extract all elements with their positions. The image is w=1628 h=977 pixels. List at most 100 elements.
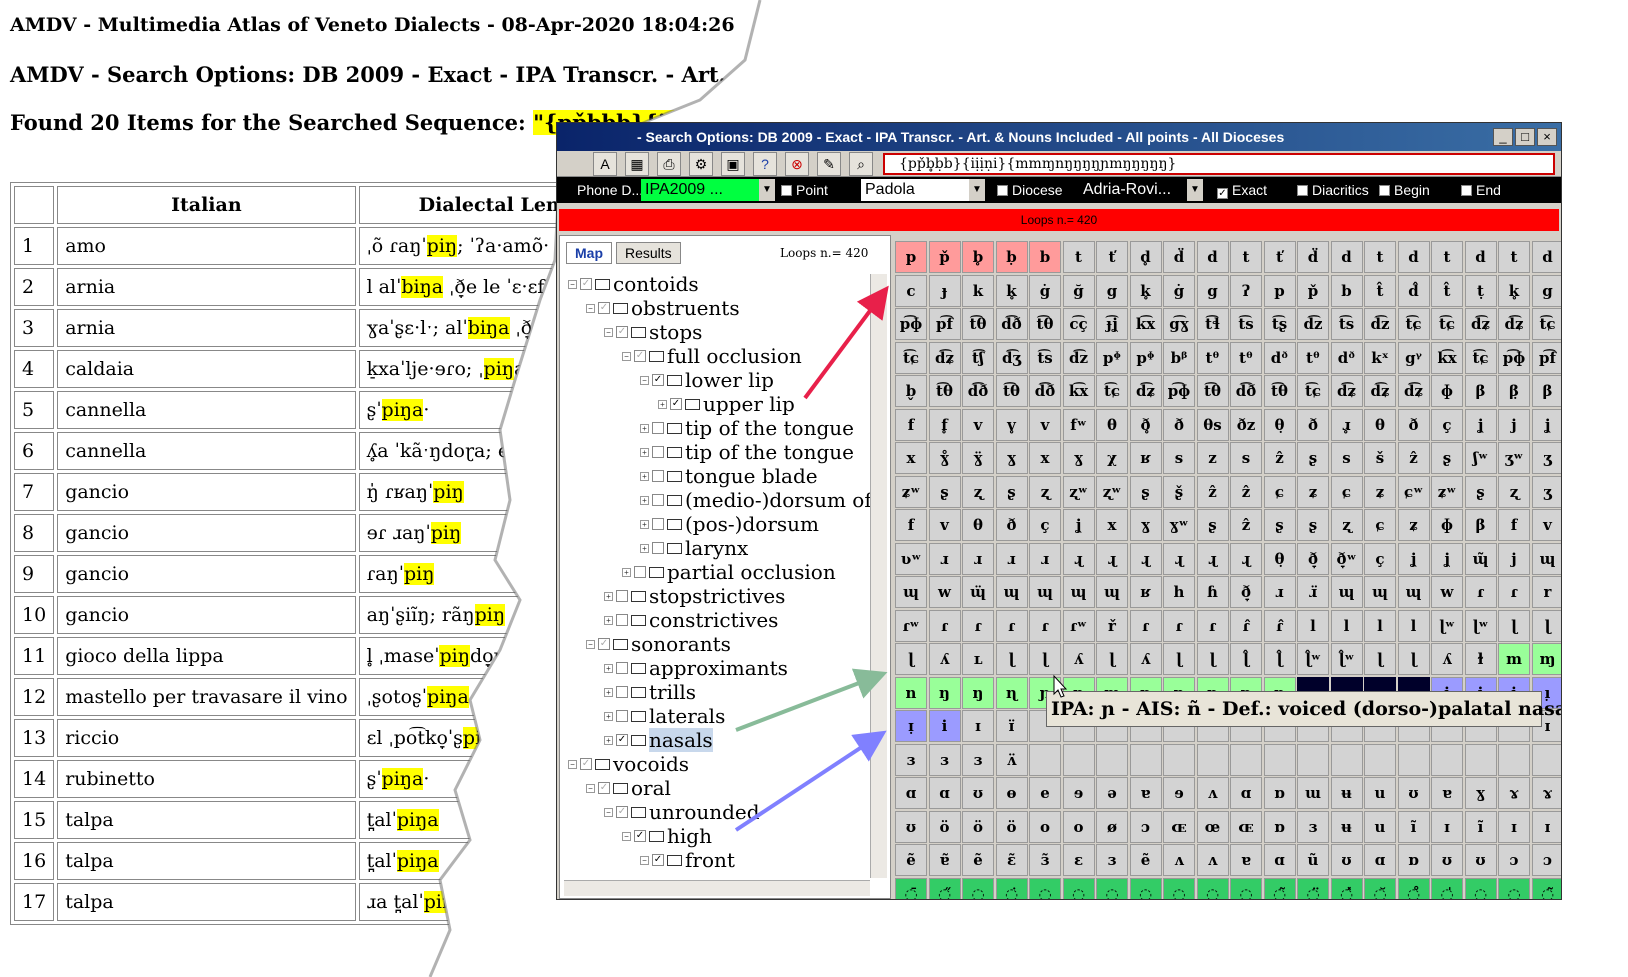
tree-checkbox[interactable]: ✓ <box>616 806 628 818</box>
ipa-symbol-cell[interactable]: ɾʷ <box>1062 609 1095 642</box>
ipa-symbol-cell[interactable]: ɑ <box>895 777 927 809</box>
ipa-symbol-cell[interactable]: θs <box>1196 408 1229 441</box>
point-checkbox-box[interactable] <box>781 185 792 196</box>
ipa-symbol-cell[interactable]: ɪ̈ <box>995 710 1028 742</box>
ipa-symbol-cell[interactable]: f̥ <box>928 408 961 441</box>
tree-vertical-scrollbar[interactable] <box>870 274 887 878</box>
ipa-symbol-cell[interactable]: ɾ <box>1464 576 1497 608</box>
tree-node[interactable]: + trills <box>604 680 696 704</box>
tree-node[interactable]: − ✓ vocoids <box>568 752 689 776</box>
ipa-symbol-cell[interactable]: r <box>1531 576 1561 608</box>
ipa-symbol-cell[interactable]: ɾ <box>1029 609 1061 642</box>
ipa-symbol-cell[interactable]: ɻ <box>1230 542 1262 575</box>
ipa-symbol-cell[interactable]: ʂ <box>1297 509 1329 541</box>
tree-node[interactable]: + tip of the tongue <box>640 440 854 464</box>
ipa-symbol-cell[interactable]: ɘ <box>1062 777 1095 809</box>
ipa-symbol-cell[interactable]: ɭʷ <box>1464 609 1497 642</box>
tree-expander[interactable]: + <box>640 471 649 481</box>
tree-node[interactable]: − ✓ high <box>622 824 712 848</box>
ipa-symbol-cell[interactable]: ɰ <box>1330 576 1363 608</box>
ipa-symbol-cell[interactable]: ɐ <box>1230 844 1262 876</box>
ipa-symbol-cell[interactable] <box>1196 743 1229 776</box>
ipa-symbol-cell[interactable]: ʌ <box>1196 844 1229 876</box>
ipa-symbol-cell[interactable]: ɪ <box>1531 810 1561 843</box>
ipa-symbol-cell[interactable]: ◌̃ <box>1531 877 1561 899</box>
ipa-symbol-cell[interactable]: ɣ <box>1129 509 1162 541</box>
ipa-symbol-cell[interactable]: ʉ <box>1330 810 1363 843</box>
ipa-symbol-cell[interactable]: ɐ <box>1129 777 1162 809</box>
ipa-symbol-cell[interactable]: ɭ̂ <box>1263 643 1296 675</box>
ipa-symbol-cell[interactable]: ɭ <box>1163 643 1195 675</box>
ipa-symbol-cell[interactable] <box>1129 743 1162 776</box>
ipa-symbol-cell[interactable]: d͡ʑ <box>1364 375 1396 407</box>
ipa-symbol-cell[interactable]: ʂ <box>1431 442 1463 474</box>
ipa-symbol-cell[interactable]: ɶ <box>1230 810 1262 843</box>
ipa-symbol-cell[interactable]: θ̣ <box>1263 408 1296 441</box>
ipa-symbol-cell[interactable]: ◌̃ <box>1263 877 1296 899</box>
ipa-symbol-cell[interactable]: ɔ <box>1531 844 1561 876</box>
ipa-symbol-cell[interactable]: ɰ <box>1029 576 1061 608</box>
ipa-symbol-cell[interactable]: tᶿ <box>1297 341 1329 374</box>
ipa-symbol-cell[interactable] <box>1163 743 1195 776</box>
exact-checkbox[interactable]: ✓ Exact <box>1217 180 1267 200</box>
ipa-symbol-cell[interactable]: s <box>1330 442 1363 474</box>
ipa-symbol-cell[interactable]: ʑʷ <box>895 475 927 508</box>
ipa-symbol-cell[interactable]: ɜ <box>1096 844 1128 876</box>
ipa-symbol-cell[interactable]: p͡f <box>1531 341 1561 374</box>
ipa-symbol-cell[interactable]: ɦ <box>1196 576 1229 608</box>
ipa-symbol-cell[interactable]: z <box>1196 442 1229 474</box>
tree-checkbox[interactable] <box>652 470 664 482</box>
tree-node[interactable]: + tongue blade <box>640 464 818 488</box>
tree-expander[interactable]: + <box>604 615 613 625</box>
ipa-symbol-cell[interactable]: ◌̣ <box>962 877 994 899</box>
ipa-symbol-cell[interactable]: t͡ʂ <box>1263 308 1296 340</box>
ipa-symbol-cell[interactable]: ʑ <box>1397 509 1430 541</box>
tree-node[interactable]: − ✓ front <box>640 848 735 872</box>
ipa-symbol-cell[interactable]: χ <box>1096 442 1128 474</box>
ipa-symbol-cell[interactable]: ð̥ <box>1129 408 1162 441</box>
ipa-symbol-cell[interactable]: ʐ <box>1498 475 1530 508</box>
ipa-symbol-cell[interactable]: ġ <box>1029 274 1061 307</box>
ipa-symbol-cell[interactable]: ɾ <box>928 609 961 642</box>
ipa-symbol-cell[interactable]: t̕ <box>1263 241 1296 273</box>
ipa-symbol-cell[interactable]: ʎ <box>1129 643 1162 675</box>
ipa-symbol-cell[interactable]: ɹ <box>1263 576 1296 608</box>
tree-checkbox[interactable] <box>616 662 628 674</box>
ipa-symbol-cell[interactable]: ɟ͡ʝ <box>1096 308 1128 340</box>
ipa-symbol-cell[interactable]: t̂ <box>1431 274 1463 307</box>
ipa-symbol-cell[interactable]: ʎ <box>928 643 961 675</box>
close-button[interactable]: × <box>1537 128 1557 146</box>
ipa-symbol-cell[interactable]: ʝ <box>1431 542 1463 575</box>
ipa-symbol-cell[interactable]: u <box>1364 810 1396 843</box>
ipa-symbol-cell[interactable]: ɸ <box>1431 375 1463 407</box>
ipa-symbol-cell[interactable]: ŋ <box>928 676 961 709</box>
ipa-symbol-cell[interactable]: ɒ <box>1397 844 1430 876</box>
ipa-symbol-cell[interactable]: ʟ <box>962 643 994 675</box>
ipa-symbol-cell[interactable] <box>1330 743 1363 776</box>
chevron-down-icon[interactable]: ▼ <box>969 179 985 201</box>
tree-expander[interactable]: − <box>568 759 577 769</box>
cancel-icon[interactable]: ⊗ <box>785 152 809 176</box>
tree-node[interactable]: + partial occlusion <box>622 560 836 584</box>
ipa-symbol-cell[interactable]: ɹ <box>962 542 994 575</box>
ipa-symbol-cell[interactable]: d͡ʑ <box>1129 375 1162 407</box>
ipa-symbol-cell[interactable]: ʊ <box>1330 844 1363 876</box>
ipa-symbol-cell[interactable]: ɰ <box>995 576 1028 608</box>
ipa-symbol-cell[interactable]: ɵ <box>995 777 1028 809</box>
ipa-symbol-cell[interactable]: ɻ <box>1196 542 1229 575</box>
window-titlebar[interactable]: - Search Options: DB 2009 - Exact - IPA … <box>557 123 1561 151</box>
ipa-symbol-cell[interactable]: ɜ̃ <box>1029 844 1061 876</box>
ipa-symbol-cell[interactable]: ɰ̃ <box>1464 542 1497 575</box>
tree-checkbox[interactable] <box>616 614 628 626</box>
tree-node[interactable]: − ✓ unrounded <box>604 800 760 824</box>
ipa-symbol-cell[interactable]: ɛ <box>1062 844 1095 876</box>
tree-expander[interactable]: − <box>586 303 595 313</box>
ipa-symbol-cell[interactable]: β <box>1464 509 1497 541</box>
ipa-symbol-cell[interactable]: ʊ <box>895 810 927 843</box>
ipa-symbol-cell[interactable]: ɜ <box>1297 810 1329 843</box>
tree-node[interactable]: + (pos-)dorsum <box>640 512 819 536</box>
ipa-symbol-cell[interactable]: g <box>1096 274 1128 307</box>
ipa-symbol-cell[interactable]: ɭ <box>1397 643 1430 675</box>
ipa-symbol-cell[interactable]: ɰ <box>895 576 927 608</box>
tree-node[interactable]: + stopstrictives <box>604 584 785 608</box>
